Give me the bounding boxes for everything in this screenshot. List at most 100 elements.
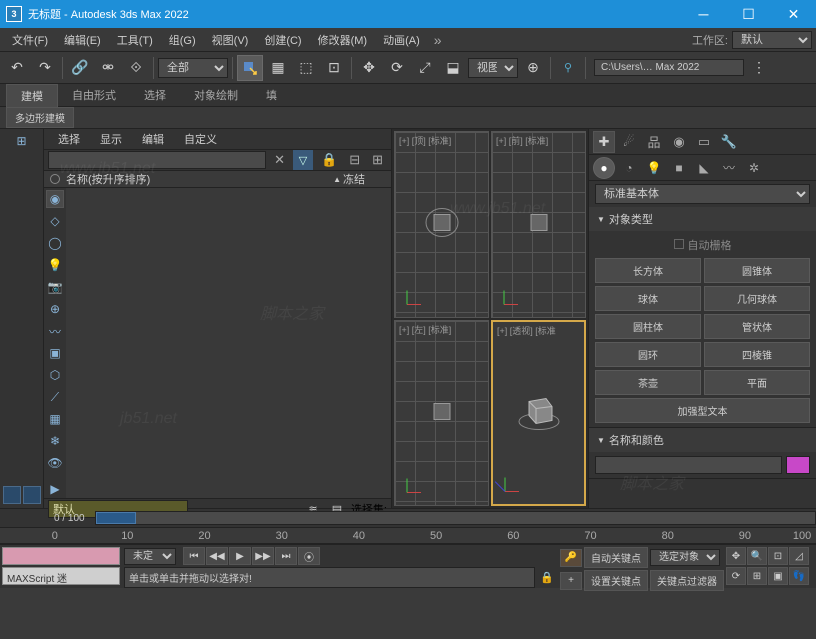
filter-frozen-icon[interactable]: ❄ bbox=[46, 432, 64, 450]
workspace-select[interactable]: 默认 bbox=[732, 31, 812, 49]
time-ruler[interactable]: 0 10 20 30 40 50 60 70 80 90 100 bbox=[0, 528, 816, 544]
key-mode-button[interactable]: ⦿ bbox=[298, 547, 320, 565]
spacewarps-cat[interactable]: 〰 bbox=[718, 157, 740, 179]
subtab-polymodel[interactable]: 多边形建模 bbox=[6, 107, 74, 128]
filter-spacewarp-icon[interactable]: 〰 bbox=[46, 322, 64, 340]
menu-more-icon[interactable]: » bbox=[428, 32, 448, 48]
select-object-button[interactable] bbox=[237, 55, 263, 81]
window-crossing-button[interactable]: ⊡ bbox=[321, 55, 347, 81]
btn-box[interactable]: 长方体 bbox=[595, 258, 701, 283]
redo-button[interactable]: ↷ bbox=[32, 55, 58, 81]
pan-button[interactable]: ✥ bbox=[726, 547, 746, 565]
menu-animation[interactable]: 动画(A) bbox=[375, 29, 428, 51]
vp-top-label[interactable]: [+] [顶] [标准] bbox=[399, 134, 451, 147]
viewport-perspective[interactable]: [+] [透视] [标准 bbox=[491, 320, 586, 507]
scene-list[interactable] bbox=[66, 188, 391, 498]
menu-edit[interactable]: 编辑(E) bbox=[56, 29, 109, 51]
shapes-cat[interactable]: ◔ bbox=[618, 157, 640, 179]
lock-icon[interactable]: 🔒 bbox=[317, 152, 341, 168]
pivot-button[interactable]: ⊕ bbox=[520, 55, 546, 81]
filter-shape-icon[interactable]: ◯ bbox=[46, 234, 64, 252]
hierarchy-tab[interactable]: 品 bbox=[643, 131, 665, 153]
btn-tube[interactable]: 管状体 bbox=[704, 314, 810, 339]
btn-geosphere[interactable]: 几何球体 bbox=[704, 286, 810, 311]
rollout-objtype-header[interactable]: ▼对象类型 bbox=[589, 207, 816, 231]
cameras-cat[interactable]: ■ bbox=[668, 157, 690, 179]
prev-frame-button[interactable]: ◀◀ bbox=[206, 547, 228, 565]
btn-plane[interactable]: 平面 bbox=[704, 370, 810, 395]
vp-left-label[interactable]: [+] [左] [标准] bbox=[399, 323, 451, 336]
search-input[interactable] bbox=[48, 151, 266, 169]
undo-button[interactable]: ↶ bbox=[4, 55, 30, 81]
btn-cylinder[interactable]: 圆柱体 bbox=[595, 314, 701, 339]
set-key-icon[interactable]: 🔑 bbox=[560, 549, 582, 567]
viewport-top[interactable]: [+] [顶] [标准] bbox=[394, 131, 489, 318]
filter-geom-icon[interactable]: ◇ bbox=[46, 212, 64, 230]
ribbon-tab-modeling[interactable]: 建模 bbox=[6, 84, 58, 107]
btn-sphere[interactable]: 球体 bbox=[595, 286, 701, 311]
manip-button[interactable]: ⚲ bbox=[555, 55, 581, 81]
unlink-button[interactable]: ⚮ bbox=[95, 55, 121, 81]
name-col[interactable]: 名称(按升序排序) bbox=[66, 171, 333, 187]
btn-torus[interactable]: 圆环 bbox=[595, 342, 701, 367]
lights-cat[interactable]: 💡 bbox=[643, 157, 665, 179]
maxscript-mini[interactable]: MAXScript 迷 bbox=[2, 567, 120, 585]
walk-button[interactable]: 👣 bbox=[789, 567, 809, 585]
lock-selection-icon[interactable]: 🔒 bbox=[538, 569, 556, 587]
ribbon-tab-selection[interactable]: 选择 bbox=[130, 84, 180, 106]
more-icon[interactable]: ⋮ bbox=[746, 55, 772, 81]
orbit-button[interactable]: ⟳ bbox=[726, 567, 746, 585]
viewport-layout-icon[interactable]: ⊞ bbox=[12, 131, 32, 151]
freeze-col[interactable]: 冻结 bbox=[343, 171, 365, 187]
btn-teapot[interactable]: 茶壶 bbox=[595, 370, 701, 395]
ribbon-tab-freeform[interactable]: 自由形式 bbox=[58, 84, 130, 106]
layout-a-button[interactable] bbox=[3, 486, 21, 504]
max-toggle-button[interactable]: ▣ bbox=[768, 567, 788, 585]
placement-button[interactable]: ⬓ bbox=[440, 55, 466, 81]
menu-modifiers[interactable]: 修改器(M) bbox=[310, 29, 376, 51]
filter-button[interactable]: ▽ bbox=[293, 150, 313, 170]
modify-tab[interactable]: ☄ bbox=[618, 131, 640, 153]
sp-tab-custom[interactable]: 自定义 bbox=[180, 129, 221, 149]
menu-view[interactable]: 视图(V) bbox=[204, 29, 257, 51]
geometry-cat[interactable]: ● bbox=[593, 157, 615, 179]
filter-xref-icon[interactable]: ⬡ bbox=[46, 366, 64, 384]
rotate-button[interactable]: ⟳ bbox=[384, 55, 410, 81]
close-button[interactable]: ✕ bbox=[771, 0, 816, 28]
filter-all-icon[interactable]: ◉ bbox=[46, 190, 64, 208]
goto-start-button[interactable]: ⏮ bbox=[183, 547, 205, 565]
selection-filter[interactable]: 全部 bbox=[158, 58, 228, 78]
motion-tab[interactable]: ◉ bbox=[668, 131, 690, 153]
link-button[interactable]: 🔗 bbox=[67, 55, 93, 81]
move-button[interactable]: ✥ bbox=[356, 55, 382, 81]
list-header[interactable]: 名称(按升序排序) ▲ 冻结 bbox=[44, 171, 391, 188]
clear-search-button[interactable]: ✕ bbox=[270, 152, 289, 168]
play-button[interactable]: ▶ bbox=[229, 547, 251, 565]
rollout-namecolor-header[interactable]: ▼名称和颜色 bbox=[589, 428, 816, 452]
utilities-tab[interactable]: 🔧 bbox=[718, 131, 740, 153]
zoom-all-button[interactable]: ⊞ bbox=[747, 567, 767, 585]
systems-cat[interactable]: ✲ bbox=[743, 157, 765, 179]
btn-cone[interactable]: 圆锥体 bbox=[704, 258, 810, 283]
autokey-button[interactable]: 自动关键点 bbox=[584, 547, 648, 568]
filter-container-icon[interactable]: ▦ bbox=[46, 410, 64, 428]
object-name-input[interactable] bbox=[595, 456, 782, 474]
filter-helper-icon[interactable]: ⊕ bbox=[46, 300, 64, 318]
viewport-left[interactable]: [+] [左] [标准] bbox=[394, 320, 489, 507]
filter-bone-icon[interactable]: ⟋ bbox=[46, 388, 64, 406]
select-rect-button[interactable]: ⬚ bbox=[293, 55, 319, 81]
zoom-button[interactable]: 🔍 bbox=[747, 547, 767, 565]
vp-persp-label[interactable]: [+] [透视] [标准 bbox=[497, 324, 556, 337]
time-slider[interactable] bbox=[95, 511, 816, 525]
layout-b-button[interactable] bbox=[23, 486, 41, 504]
refcoord-select[interactable]: 视图 bbox=[468, 58, 518, 78]
primitive-type-select[interactable]: 标准基本体 bbox=[595, 184, 810, 204]
next-frame-button[interactable]: ▶▶ bbox=[252, 547, 274, 565]
sp-tab-select[interactable]: 选择 bbox=[54, 129, 84, 149]
minimize-button[interactable]: ─ bbox=[681, 0, 726, 28]
undef-select[interactable]: 未定 bbox=[124, 548, 176, 565]
display-tab[interactable]: ▭ bbox=[693, 131, 715, 153]
create-tab[interactable]: ✚ bbox=[593, 131, 615, 153]
menu-create[interactable]: 创建(C) bbox=[256, 29, 309, 51]
btn-textplus[interactable]: 加强型文本 bbox=[595, 398, 810, 423]
